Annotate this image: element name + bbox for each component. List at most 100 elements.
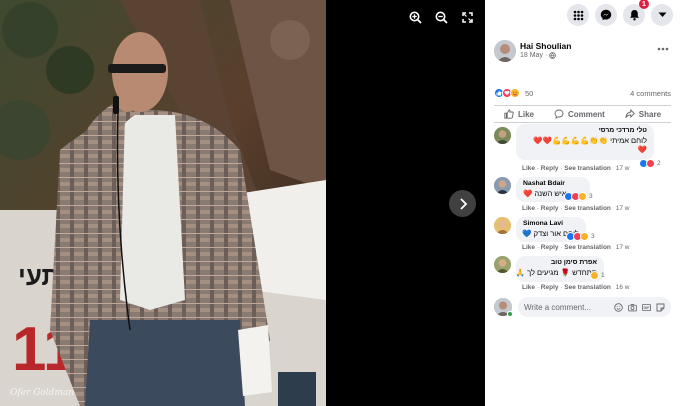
viewer-toolbar bbox=[407, 9, 475, 25]
comment-reply-link[interactable]: Reply bbox=[541, 165, 559, 172]
comment-like-link[interactable]: Like bbox=[522, 284, 535, 291]
comment-composer: GIF bbox=[494, 297, 671, 317]
comment-text: תתחדש 🌹 מגיעים לך 🙏 bbox=[515, 268, 597, 277]
comment-input[interactable] bbox=[524, 302, 594, 312]
commenter-avatar[interactable] bbox=[494, 256, 511, 273]
comment-reaction-count: 3 bbox=[591, 233, 595, 240]
comment-actions: Like · Reply · See translation 17 w bbox=[522, 205, 630, 212]
author-avatar[interactable] bbox=[494, 40, 516, 62]
comment-reactions[interactable]: 1 bbox=[590, 271, 605, 280]
commenter-name[interactable]: אפרת סימן טוב bbox=[523, 259, 597, 266]
comment-button[interactable]: Comment bbox=[554, 109, 605, 119]
commenter-avatar[interactable] bbox=[494, 127, 511, 144]
see-translation-link[interactable]: See translation bbox=[564, 205, 611, 212]
account-dropdown-icon bbox=[658, 12, 666, 17]
see-translation-link[interactable]: See translation bbox=[564, 284, 611, 291]
comment-reactions[interactable]: 3 bbox=[564, 192, 593, 201]
comment-timestamp[interactable]: 16 w bbox=[616, 284, 630, 291]
see-translation-link[interactable]: See translation bbox=[564, 165, 611, 172]
commenter-name[interactable]: Simona Lavi bbox=[523, 220, 579, 227]
comment-timestamp[interactable]: 17 w bbox=[616, 165, 630, 172]
commenter-name[interactable]: Nashat Bdair bbox=[523, 180, 583, 187]
comment-reactions[interactable]: 2 bbox=[639, 159, 661, 168]
notification-count-badge: 1 bbox=[639, 0, 649, 9]
comment-input-box: GIF bbox=[518, 297, 671, 317]
comment-reply-link[interactable]: Reply bbox=[541, 205, 559, 212]
comment-item: אפרת סימן טוב תתחדש 🌹 מגיעים לך 🙏 1 Like… bbox=[494, 256, 671, 293]
care-reaction-icon bbox=[580, 232, 589, 241]
see-translation-link[interactable]: See translation bbox=[564, 244, 611, 251]
post-options-button[interactable] bbox=[657, 43, 669, 54]
comment-item: Nashat Bdair איש השנה ❤️ 3 Like · Reply … bbox=[494, 177, 671, 213]
post-meta: 18 May · bbox=[520, 52, 557, 59]
comment-bubble-icon bbox=[554, 109, 564, 119]
commenter-name[interactable]: טלי מרדכי מרסי bbox=[523, 127, 647, 134]
share-button[interactable]: Share bbox=[625, 109, 661, 119]
comment-item: טלי מרדכי מרסי לוחם אמיתי 👏👏💪💪💪💪❤️❤️ ❤️ … bbox=[494, 124, 671, 173]
top-bar: 1 bbox=[485, 0, 680, 30]
messenger-icon bbox=[600, 9, 612, 21]
comment-actions: Like · Reply · See translation 17 w bbox=[522, 165, 630, 172]
camera-icon[interactable] bbox=[628, 303, 637, 312]
grid-menu-button[interactable] bbox=[567, 4, 589, 26]
reactions-summary: 50 4 comments bbox=[494, 87, 671, 99]
like-thumb-icon bbox=[504, 109, 514, 119]
reaction-icons[interactable] bbox=[494, 88, 520, 98]
commenter-avatar[interactable] bbox=[494, 177, 511, 194]
chevron-right-icon bbox=[459, 197, 467, 210]
comment-reply-link[interactable]: Reply bbox=[541, 284, 559, 291]
zoom-out-icon[interactable] bbox=[433, 9, 449, 25]
commenter-avatar[interactable] bbox=[494, 217, 511, 234]
author-name[interactable]: Hai Shoulian bbox=[520, 41, 571, 51]
svg-text:GIF: GIF bbox=[644, 306, 651, 310]
care-reaction-icon bbox=[578, 192, 587, 201]
care-reaction-icon bbox=[510, 88, 520, 98]
account-menu-button[interactable] bbox=[651, 4, 673, 26]
comment-timestamp[interactable]: 17 w bbox=[616, 244, 630, 251]
grid-menu-icon bbox=[573, 10, 583, 20]
fullscreen-icon[interactable] bbox=[459, 9, 475, 25]
notifications-bell-icon bbox=[629, 10, 639, 21]
post-header: Hai Shoulian 18 May · bbox=[494, 39, 671, 65]
comment-like-link[interactable]: Like bbox=[522, 244, 535, 251]
zoom-in-icon[interactable] bbox=[407, 9, 423, 25]
comment-reaction-count: 3 bbox=[589, 193, 593, 200]
emoji-icon[interactable] bbox=[614, 302, 623, 312]
photo-viewer: תעי 117 7 Ofer Goldman bbox=[0, 0, 485, 406]
next-photo-button[interactable] bbox=[449, 190, 476, 217]
comment-count-link[interactable]: 4 comments bbox=[630, 89, 671, 98]
comment-timestamp[interactable]: 17 w bbox=[616, 205, 630, 212]
comment-like-link[interactable]: Like bbox=[522, 165, 535, 172]
like-button[interactable]: Like bbox=[504, 109, 534, 119]
post-panel: 1 Hai Shoulian 18 May · 50 4 comments Li… bbox=[485, 0, 680, 406]
comment-actions: Like · Reply · See translation 16 w bbox=[522, 284, 630, 291]
comment-text-continued: ❤️ bbox=[637, 145, 647, 154]
share-arrow-icon bbox=[625, 109, 635, 119]
post-action-bar: Like Comment Share bbox=[494, 105, 671, 123]
comment-item: Simona Lavi לוחם אור וצדק 💙 3 Like · Rep… bbox=[494, 217, 671, 253]
love-reaction-icon bbox=[646, 159, 655, 168]
gif-icon[interactable]: GIF bbox=[642, 303, 651, 312]
globe-icon bbox=[549, 52, 557, 59]
online-status-dot bbox=[507, 311, 513, 317]
comment-reply-link[interactable]: Reply bbox=[541, 244, 559, 251]
more-horizontal-icon bbox=[657, 47, 669, 51]
comment-reaction-count: 2 bbox=[657, 160, 661, 167]
comment-bubble: טלי מרדכי מרסי לוחם אמיתי 👏👏💪💪💪💪❤️❤️ ❤️ bbox=[516, 124, 654, 160]
care-reaction-icon bbox=[590, 271, 599, 280]
reaction-count[interactable]: 50 bbox=[525, 89, 533, 98]
comment-label: Comment bbox=[567, 109, 605, 119]
comment-actions: Like · Reply · See translation 17 w bbox=[522, 244, 630, 251]
photo-watermark: Ofer Goldman bbox=[10, 388, 75, 398]
like-label: Like bbox=[517, 109, 534, 119]
comment-like-link[interactable]: Like bbox=[522, 205, 535, 212]
post-date[interactable]: 18 May bbox=[520, 52, 543, 59]
messenger-button[interactable] bbox=[595, 4, 617, 26]
post-photo: תעי 117 7 Ofer Goldman bbox=[0, 0, 326, 406]
comment-reaction-count: 1 bbox=[601, 272, 605, 279]
notifications-button[interactable]: 1 bbox=[623, 0, 649, 26]
sticker-icon[interactable] bbox=[656, 303, 665, 312]
comment-reactions[interactable]: 3 bbox=[566, 232, 595, 241]
comment-text: לוחם אמיתי 👏👏💪💪💪💪❤️❤️ bbox=[533, 136, 647, 145]
composer-tools: GIF bbox=[614, 302, 665, 312]
